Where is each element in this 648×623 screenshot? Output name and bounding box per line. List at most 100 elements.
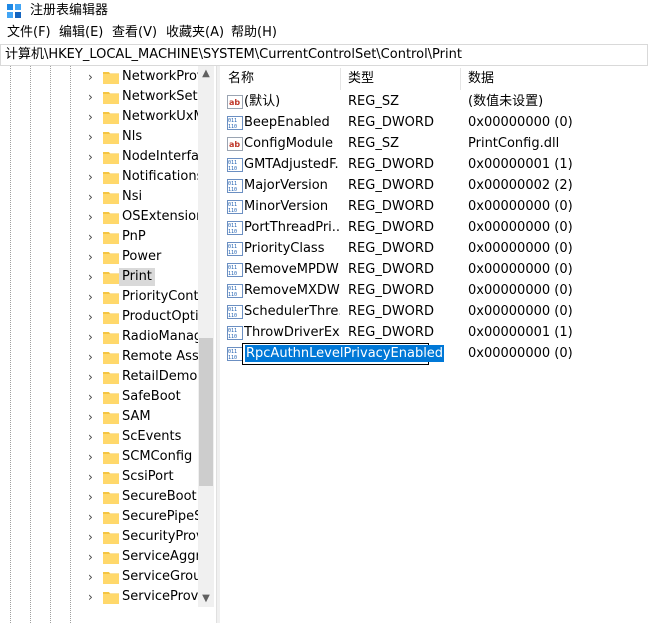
chevron-right-icon[interactable]: › [88,329,98,345]
chevron-right-icon[interactable]: › [88,489,98,505]
chevron-right-icon[interactable]: › [88,69,98,85]
value-row[interactable]: 011 110 RpcAuthnLevelPrivacyEnabled 0x00000… [220,343,648,365]
tree-item[interactable]: › NetworkUxM [88,107,198,127]
menu-view[interactable]: 查看(V) [112,24,157,42]
folder-icon [103,592,119,604]
tree-item[interactable]: › Nsi [88,187,198,207]
value-row[interactable]: 011110SchedulerThre... REG_DWORD 0x0000000… [220,302,648,323]
folder-icon [103,552,119,564]
chevron-right-icon[interactable]: › [88,89,98,105]
tree-item[interactable]: › Print [88,267,198,287]
tree-item[interactable]: › PnP [88,227,198,247]
value-row[interactable]: ab ConfigModule REG_SZ PrintConfig.dll [220,134,648,155]
tree-item[interactable]: › OSExtensionI [88,207,198,227]
tree-item[interactable]: › SecureBoot [88,487,198,507]
column-header-name[interactable]: 名称 [220,66,340,92]
value-row[interactable]: 011 110 RemoveMPDW REG_DWORD 0x00000000 (0) [220,260,648,281]
column-header-type[interactable]: 类型 [340,66,460,92]
tree-item-label: ScsiPort [122,469,174,484]
menu-favorites[interactable]: 收藏夹(A) [166,24,224,42]
tree-item-label: OSExtensionI [122,209,198,224]
chevron-right-icon[interactable]: › [88,209,98,225]
binary-value-icon: 011110 [227,242,243,256]
chevron-right-icon[interactable]: › [88,189,98,205]
chevron-right-icon[interactable]: › [88,289,98,305]
chevron-right-icon[interactable]: › [88,589,98,605]
tree-item[interactable]: › SCMConfig [88,447,198,467]
address-path[interactable]: 计算机\HKEY_LOCAL_MACHINE\SYSTEM\CurrentCon… [5,46,462,64]
tree-item[interactable]: › Nls [88,127,198,147]
scroll-down-arrow-icon[interactable]: ▼ [198,591,214,607]
menu-edit[interactable]: 编辑(E) [59,24,103,42]
chevron-right-icon[interactable]: › [88,249,98,265]
value-row[interactable]: 011 110 MajorVersion REG_DWORD 0x00000002 (2… [220,176,648,197]
rename-input[interactable]: RpcAuthnLevelPrivacyEnabled [242,343,445,365]
value-row[interactable]: 011 110 PriorityClass REG_DWORD 0x00000000 (… [220,239,648,260]
chevron-right-icon[interactable]: › [88,149,98,165]
tree-item[interactable]: › Power [88,247,198,267]
values-list[interactable]: 名称 类型 数据 ab (默认) REG_SZ (数值未设置) 011 110 BeepEn… [220,66,648,623]
chevron-right-icon[interactable]: › [88,529,98,545]
scroll-up-arrow-icon[interactable]: ▲ [198,66,214,82]
value-data: 0x00000000 (0) [468,304,573,319]
folder-icon [103,372,119,384]
tree-item[interactable]: › ScsiPort [88,467,198,487]
menu-file[interactable]: 文件(F) [7,24,51,42]
folder-icon [103,72,119,84]
value-row[interactable]: 011 110 RemoveMXDW REG_DWORD 0x00000000 (0) [220,281,648,302]
folder-icon [103,172,119,184]
chevron-right-icon[interactable]: › [88,269,98,285]
tree-item[interactable]: › Remote Assis [88,347,198,367]
tree-item[interactable]: › SecurityProvi [88,527,198,547]
chevron-right-icon[interactable]: › [88,429,98,445]
tree-item[interactable]: › ServiceAggre [88,547,198,567]
chevron-right-icon[interactable]: › [88,109,98,125]
key-tree[interactable]: › NetworkProv › NetworkSetu › NetworkUxM › Nls ›… [0,66,198,623]
tree-item[interactable]: › ScEvents [88,427,198,447]
regedit-icon [7,4,21,18]
chevron-right-icon[interactable]: › [88,409,98,425]
tree-item[interactable]: › Notifications [88,167,198,187]
rename-input-text[interactable]: RpcAuthnLevelPrivacyEnabled [245,345,445,362]
chevron-right-icon[interactable]: › [88,469,98,485]
chevron-right-icon[interactable]: › [88,369,98,385]
value-row[interactable]: 011110ThrowDriverEx... REG_DWORD 0x0000000… [220,323,648,344]
value-row[interactable]: 011 110 BeepEnabled REG_DWORD 0x00000000 (0) [220,113,648,134]
value-row[interactable]: 011 110 MinorVersion REG_DWORD 0x00000000 (0… [220,197,648,218]
tree-item[interactable]: › ServiceProvic [88,587,198,607]
chevron-right-icon[interactable]: › [88,229,98,245]
chevron-right-icon[interactable]: › [88,309,98,325]
tree-item[interactable]: › NodeInterfac [88,147,198,167]
address-bar[interactable]: 计算机\HKEY_LOCAL_MACHINE\SYSTEM\CurrentCon… [0,44,648,66]
chevron-right-icon[interactable]: › [88,389,98,405]
tree-item[interactable]: › PriorityContr [88,287,198,307]
value-row[interactable]: ab (默认) REG_SZ (数值未设置) [220,92,648,113]
menu-bar: 文件(F) 编辑(E) 查看(V) 收藏夹(A) 帮助(H) [0,22,648,44]
tree-item[interactable]: › NetworkProv [88,67,198,87]
menu-help[interactable]: 帮助(H) [231,24,277,42]
chevron-right-icon[interactable]: › [88,349,98,365]
folder-icon [103,332,119,344]
tree-item[interactable]: › SecurePipeSe [88,507,198,527]
tree-scrollbar[interactable]: ▲ ▼ [198,66,214,607]
scroll-thumb[interactable] [199,338,213,486]
column-header-data[interactable]: 数据 [460,66,648,92]
chevron-right-icon[interactable]: › [88,569,98,585]
tree-item[interactable]: › SafeBoot [88,387,198,407]
value-row[interactable]: 011 110 PortThreadPri... REG_DWORD 0x0000000… [220,218,648,239]
tree-item[interactable]: › ProductOptic [88,307,198,327]
tree-item-label: ServiceGroup [122,569,198,584]
tree-item[interactable]: › SAM [88,407,198,427]
chevron-right-icon[interactable]: › [88,169,98,185]
svg-text:110: 110 [228,355,237,361]
chevron-right-icon[interactable]: › [88,509,98,525]
tree-item[interactable]: › RadioManag [88,327,198,347]
tree-item[interactable]: › NetworkSetu [88,87,198,107]
chevron-right-icon[interactable]: › [88,449,98,465]
tree-item[interactable]: › RetailDemo [88,367,198,387]
svg-text:ab: ab [229,98,240,107]
tree-item[interactable]: › ServiceGroup [88,567,198,587]
chevron-right-icon[interactable]: › [88,549,98,565]
chevron-right-icon[interactable]: › [88,129,98,145]
value-row[interactable]: 011 110 GMTAdjustedF... REG_DWORD 0x00000001… [220,155,648,176]
